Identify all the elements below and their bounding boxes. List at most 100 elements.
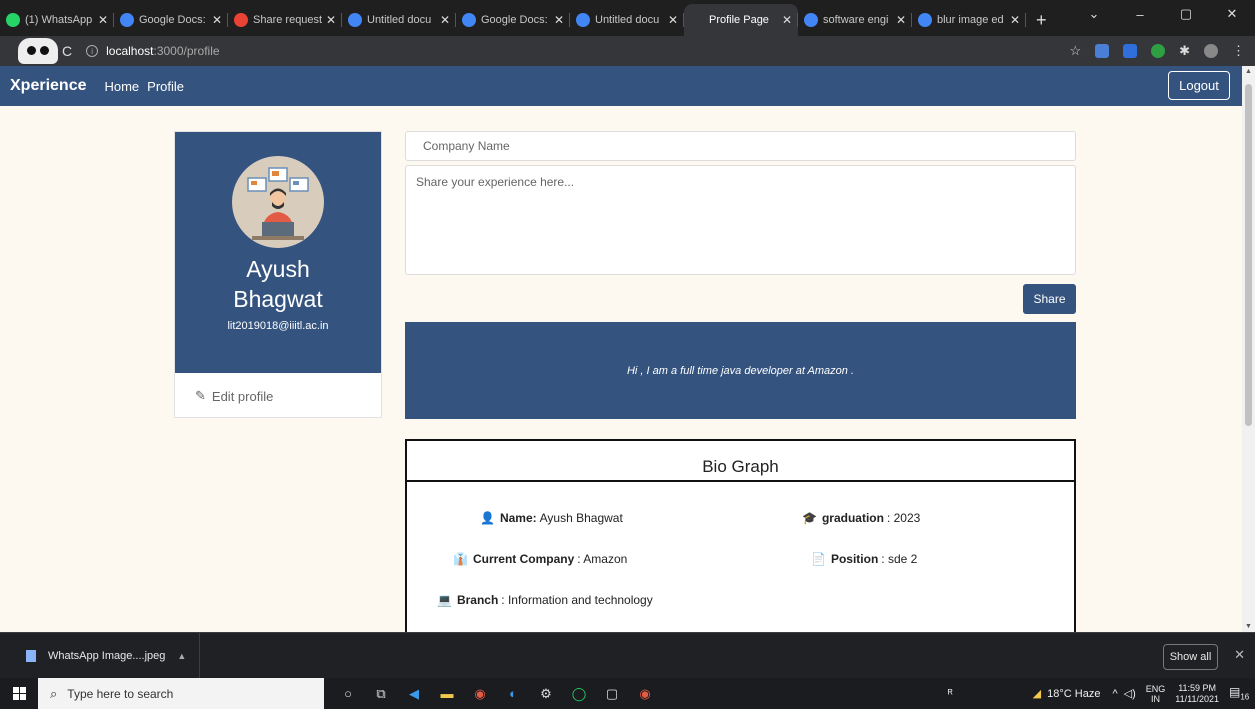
search-icon: ⌕ — [50, 685, 58, 701]
close-tab-icon[interactable]: ✕ — [782, 13, 792, 27]
taskbar-apps: ○ ⧉ ◀ ▬ ◉ ◐ ⚙ ◯ ▢ ◉ — [340, 686, 653, 702]
google-icon — [120, 13, 134, 27]
bio-field-graduation: 🎓 graduation : 2023 — [802, 511, 920, 525]
browser-tab[interactable]: blur image ed ✕ — [912, 4, 1026, 36]
browser-tab[interactable]: Untitled docu ✕ — [570, 4, 684, 36]
file-explorer-icon[interactable]: ▬ — [439, 686, 455, 702]
bio-field-value: : Information and technology — [501, 593, 653, 607]
close-window-button[interactable]: ✕ — [1209, 0, 1255, 28]
people-icon[interactable]: ᴿ — [948, 688, 953, 700]
language-indicator[interactable]: ENG IN — [1146, 684, 1166, 704]
clock-time: 11:59 PM — [1178, 682, 1217, 693]
notification-icon[interactable]: ▤16 — [1229, 685, 1249, 701]
show-all-button[interactable]: Show all — [1163, 644, 1218, 670]
chrome-profile-icon[interactable]: ◉ — [637, 686, 653, 702]
chevron-up-icon[interactable]: ^ — [1112, 688, 1117, 700]
bio-field-label: Branch — [456, 593, 499, 607]
extensions-puzzle-icon[interactable]: ✱ — [1179, 43, 1190, 59]
terminal-icon[interactable]: ▢ — [604, 686, 620, 702]
weather-text[interactable]: 18°C Haze — [1047, 688, 1100, 700]
site-navbar: Xperience Home Profile Logout — [0, 66, 1242, 106]
whatsapp-icon[interactable]: ◯ — [571, 686, 587, 702]
clock[interactable]: 11:59 PM 11/11/2021 — [1175, 683, 1219, 705]
url-field[interactable]: i localhost:3000/profile — [86, 44, 220, 58]
chevron-up-icon[interactable]: ▲ — [177, 651, 186, 661]
chrome-icon[interactable]: ◉ — [472, 686, 488, 702]
gmail-icon — [234, 13, 248, 27]
reload-icon[interactable]: C — [62, 43, 72, 59]
browser-tab-title: Google Docs: — [481, 14, 548, 26]
browser-tab[interactable]: Profile Page ✕ — [684, 4, 798, 36]
extension-icons: ☆ ✱ ⋮ — [1069, 36, 1245, 66]
browser-tab[interactable]: Share request ✕ — [228, 4, 342, 36]
vscode-icon[interactable]: ◀ — [406, 686, 422, 702]
docs-icon — [348, 13, 362, 27]
scroll-down-icon[interactable]: ▼ — [1245, 623, 1252, 630]
bio-field-value: : Amazon — [577, 552, 628, 566]
maximize-button[interactable]: ▢ — [1163, 0, 1209, 28]
nav-home-link[interactable]: Home — [104, 79, 139, 94]
share-button[interactable]: Share — [1023, 284, 1076, 314]
edit-icon: ✎ — [195, 388, 206, 403]
browser-tab-title: Google Docs: — [139, 14, 206, 26]
settings-gear-icon[interactable]: ⚙ — [538, 686, 554, 702]
google-icon — [918, 13, 932, 27]
avatar[interactable] — [1204, 44, 1218, 58]
minimize-button[interactable]: – — [1117, 0, 1163, 28]
logout-button[interactable]: Logout — [1168, 71, 1230, 100]
google-icon — [462, 13, 476, 27]
edit-profile-link[interactable]: ✎ Edit profile — [175, 373, 381, 419]
scroll-up-icon[interactable]: ▲ — [1245, 68, 1252, 75]
bio-field-company: 👔 Current Company : Amazon — [453, 552, 627, 566]
avatar — [232, 156, 324, 248]
bio-graph-title: Bio Graph — [407, 441, 1074, 482]
scroll-thumb[interactable] — [1245, 84, 1252, 426]
browser-tab[interactable]: Untitled docu ✕ — [342, 4, 456, 36]
close-tab-icon[interactable]: ✕ — [326, 13, 336, 27]
browser-tab[interactable]: software engi ✕ — [798, 4, 912, 36]
nav-profile-link[interactable]: Profile — [147, 79, 184, 94]
brand-logo[interactable]: Xperience — [10, 77, 86, 95]
close-tab-icon[interactable]: ✕ — [668, 13, 678, 27]
trello-extension-icon[interactable] — [1123, 44, 1138, 58]
profile-name: Ayush Bhagwat — [233, 256, 323, 312]
browser-tab[interactable]: Google Docs: ✕ — [114, 4, 228, 36]
language-code: ENG — [1145, 683, 1166, 694]
company-name-input[interactable] — [405, 131, 1076, 161]
browser-tab[interactable]: Google Docs: ✕ — [456, 4, 570, 36]
taskbar-search-placeholder: Type here to search — [67, 686, 174, 701]
cortana-icon[interactable]: ○ — [340, 686, 356, 702]
close-icon[interactable]: ✕ — [1234, 647, 1245, 663]
volume-icon[interactable]: ◁) — [1124, 687, 1136, 700]
page-scrollbar[interactable]: ▲ ▼ — [1242, 66, 1255, 632]
close-tab-icon[interactable]: ✕ — [212, 13, 222, 27]
user-icon: 👤 — [480, 511, 495, 525]
new-tab-button[interactable]: + — [1026, 4, 1057, 36]
menu-kebab-icon[interactable]: ⋮ — [1232, 43, 1245, 59]
close-tab-icon[interactable]: ✕ — [896, 13, 906, 27]
bio-field-label: Name: — [499, 511, 537, 525]
graduate-icon: 🎓 — [802, 511, 817, 525]
tab-search-icon[interactable]: ⌄ — [1071, 0, 1117, 28]
translate-extension-icon[interactable] — [1095, 44, 1110, 58]
site-info-icon[interactable]: i — [86, 45, 99, 57]
taskbar-search-input[interactable]: ⌕ Type here to search — [38, 678, 324, 709]
download-item[interactable]: WhatsApp Image....jpeg ▲ — [0, 632, 200, 679]
edit-profile-label: Edit profile — [211, 388, 274, 404]
edge-icon[interactable]: ◐ — [505, 686, 521, 702]
close-tab-icon[interactable]: ✕ — [1010, 13, 1020, 27]
browser-tab[interactable]: (1) WhatsApp ✕ — [0, 4, 114, 36]
close-tab-icon[interactable]: ✕ — [98, 13, 108, 27]
bookmark-star-icon[interactable]: ☆ — [1069, 43, 1081, 59]
green-extension-icon[interactable] — [1151, 44, 1166, 58]
url-path: :3000/profile — [153, 44, 220, 58]
url-host: localhost — [106, 44, 154, 58]
close-tab-icon[interactable]: ✕ — [554, 13, 564, 27]
download-filename: WhatsApp Image....jpeg — [48, 649, 166, 662]
start-button[interactable] — [0, 678, 38, 709]
experience-textarea[interactable] — [405, 165, 1076, 275]
close-tab-icon[interactable]: ✕ — [440, 13, 450, 27]
bio-field-label: Current Company — [472, 552, 575, 566]
file-icon: 📄 — [811, 552, 826, 566]
task-view-icon[interactable]: ⧉ — [373, 686, 389, 702]
